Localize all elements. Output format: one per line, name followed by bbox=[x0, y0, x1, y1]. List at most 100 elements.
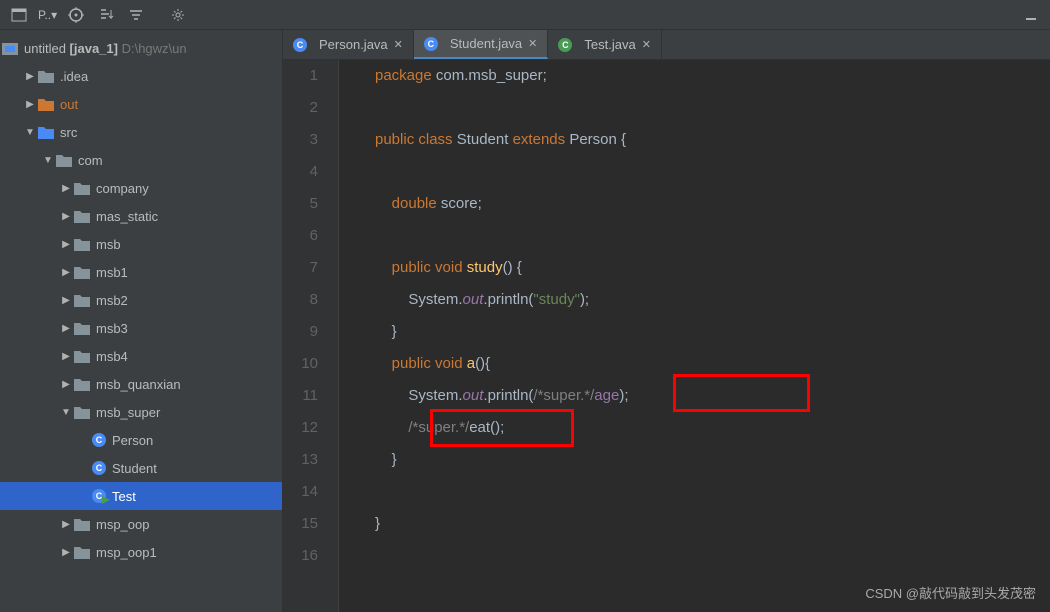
tree-item-Person[interactable]: C Person bbox=[0, 426, 282, 454]
tree-item-msb[interactable]: ▶ msb bbox=[0, 230, 282, 258]
tab-Test.java[interactable]: CTest.java✕ bbox=[548, 30, 662, 59]
folder-icon bbox=[74, 377, 90, 391]
tree-item-msb4[interactable]: ▶ msb4 bbox=[0, 342, 282, 370]
tree-item-company[interactable]: ▶company bbox=[0, 174, 282, 202]
line-number: 13 bbox=[283, 444, 318, 476]
tree-label: msb1 bbox=[96, 265, 128, 280]
folder-icon bbox=[74, 349, 90, 363]
tree-item-src[interactable]: ▼ src bbox=[0, 118, 282, 146]
tree-label: msb_quanxian bbox=[96, 377, 181, 392]
close-icon[interactable]: ✕ bbox=[642, 38, 651, 51]
tree-item-com[interactable]: ▼ com bbox=[0, 146, 282, 174]
tree-label: Student bbox=[112, 461, 157, 476]
tree-item-msp_oop[interactable]: ▶ msp_oop bbox=[0, 510, 282, 538]
tree-arrow[interactable]: ▶ bbox=[58, 183, 74, 194]
tree-arrow[interactable]: ▶ bbox=[58, 379, 74, 390]
line-number: 5 bbox=[283, 188, 318, 220]
tree-label: src bbox=[60, 125, 77, 140]
editor-tabs: CPerson.java✕CStudent.java✕CTest.java✕ bbox=[283, 30, 1050, 60]
gear-icon[interactable] bbox=[165, 2, 191, 28]
tab-Person.java[interactable]: CPerson.java✕ bbox=[283, 30, 414, 59]
tree-label: msb4 bbox=[96, 349, 128, 364]
line-number: 4 bbox=[283, 156, 318, 188]
target-icon[interactable] bbox=[63, 2, 89, 28]
line-gutter: 12345678910111213141516 bbox=[283, 60, 339, 612]
minimize-icon[interactable] bbox=[1018, 2, 1044, 28]
tree-item-msb1[interactable]: ▶ msb1 bbox=[0, 258, 282, 286]
expand-icon[interactable] bbox=[123, 2, 149, 28]
close-icon[interactable]: ✕ bbox=[394, 38, 403, 51]
tree-item-msp_oop1[interactable]: ▶ msp_oop1 bbox=[0, 538, 282, 566]
module-icon bbox=[2, 41, 18, 55]
tab-label: Test.java bbox=[584, 37, 635, 52]
project-sidebar: untitled [java_1] D:\hgwz\un ▶ .idea ▶ out ▼… bbox=[0, 30, 283, 612]
line-number: 12 bbox=[283, 412, 318, 444]
folder-icon bbox=[74, 265, 90, 279]
line-number: 9 bbox=[283, 316, 318, 348]
line-number: 2 bbox=[283, 92, 318, 124]
tree-arrow[interactable]: ▶ bbox=[58, 519, 74, 530]
tree-label: .idea bbox=[60, 69, 88, 84]
tree-arrow[interactable]: ▶ bbox=[58, 547, 74, 558]
watermark: CSDN @敲代码敲到头发茂密 bbox=[865, 583, 1036, 602]
tab-Student.java[interactable]: C Student.java ✕ bbox=[414, 30, 549, 59]
tree-label: out bbox=[60, 97, 78, 112]
tree-arrow[interactable]: ▶ bbox=[58, 351, 74, 362]
line-number: 8 bbox=[283, 284, 318, 316]
project-dropdown[interactable]: P..▾ bbox=[38, 8, 57, 22]
tree-label: Test bbox=[112, 489, 136, 504]
line-number: 14 bbox=[283, 476, 318, 508]
tree-label: msb3 bbox=[96, 321, 128, 336]
tree-arrow[interactable]: ▶ bbox=[58, 211, 74, 222]
tree-item-Test[interactable]: CTest bbox=[0, 482, 282, 510]
project-view-icon[interactable] bbox=[6, 2, 32, 28]
folder-icon bbox=[74, 321, 90, 335]
line-number: 16 bbox=[283, 540, 318, 572]
tree-item-.idea[interactable]: ▶ .idea bbox=[0, 62, 282, 90]
tree-label: msb_super bbox=[96, 405, 160, 420]
tree-item-mas_static[interactable]: ▶mas_static bbox=[0, 202, 282, 230]
tree-item-msb_quanxian[interactable]: ▶ msb_quanxian bbox=[0, 370, 282, 398]
line-number: 3 bbox=[283, 124, 318, 156]
folder-icon bbox=[74, 293, 90, 307]
class-icon: C bbox=[92, 433, 106, 447]
tree-arrow[interactable]: ▶ bbox=[58, 323, 74, 334]
folder-icon bbox=[74, 517, 90, 531]
folder-icon bbox=[38, 69, 54, 83]
folder-icon bbox=[56, 153, 72, 167]
tree-arrow[interactable]: ▶ bbox=[22, 71, 38, 82]
tree-item-msb3[interactable]: ▶ msb3 bbox=[0, 314, 282, 342]
tree-label: msb bbox=[96, 237, 121, 252]
line-number: 6 bbox=[283, 220, 318, 252]
project-name: untitled bbox=[24, 41, 66, 56]
line-number: 7 bbox=[283, 252, 318, 284]
code-editor[interactable]: 12345678910111213141516 package com.msb_… bbox=[283, 60, 1050, 612]
tab-label: Student.java bbox=[450, 36, 522, 51]
tree-label: Person bbox=[112, 433, 153, 448]
tab-label: Person.java bbox=[319, 37, 388, 52]
close-icon[interactable]: ✕ bbox=[528, 37, 537, 50]
tree-label: msp_oop bbox=[96, 517, 149, 532]
class-icon: C bbox=[424, 37, 438, 51]
folder-icon bbox=[38, 125, 54, 139]
tree-arrow[interactable]: ▶ bbox=[58, 267, 74, 278]
project-root[interactable]: untitled [java_1] D:\hgwz\un bbox=[0, 34, 282, 62]
tree-label: msp_oop1 bbox=[96, 545, 157, 560]
tree-item-out[interactable]: ▶ out bbox=[0, 90, 282, 118]
tree-label: com bbox=[78, 153, 103, 168]
sort-icon[interactable] bbox=[93, 2, 119, 28]
code-area[interactable]: package com.msb_super; public class Stud… bbox=[339, 60, 1050, 612]
tree-label: msb2 bbox=[96, 293, 128, 308]
run-icon bbox=[102, 496, 110, 506]
tree-arrow[interactable]: ▶ bbox=[22, 99, 38, 110]
tree-item-msb_super[interactable]: ▼ msb_super bbox=[0, 398, 282, 426]
tree-arrow[interactable]: ▶ bbox=[58, 295, 74, 306]
tree-arrow[interactable]: ▼ bbox=[58, 407, 74, 418]
tree-arrow[interactable]: ▶ bbox=[58, 239, 74, 250]
main-toolbar: P..▾ bbox=[0, 0, 1050, 30]
folder-icon bbox=[74, 209, 90, 223]
tree-item-msb2[interactable]: ▶ msb2 bbox=[0, 286, 282, 314]
tree-item-Student[interactable]: CStudent bbox=[0, 454, 282, 482]
tree-arrow[interactable]: ▼ bbox=[40, 155, 56, 166]
tree-arrow[interactable]: ▼ bbox=[22, 127, 38, 138]
